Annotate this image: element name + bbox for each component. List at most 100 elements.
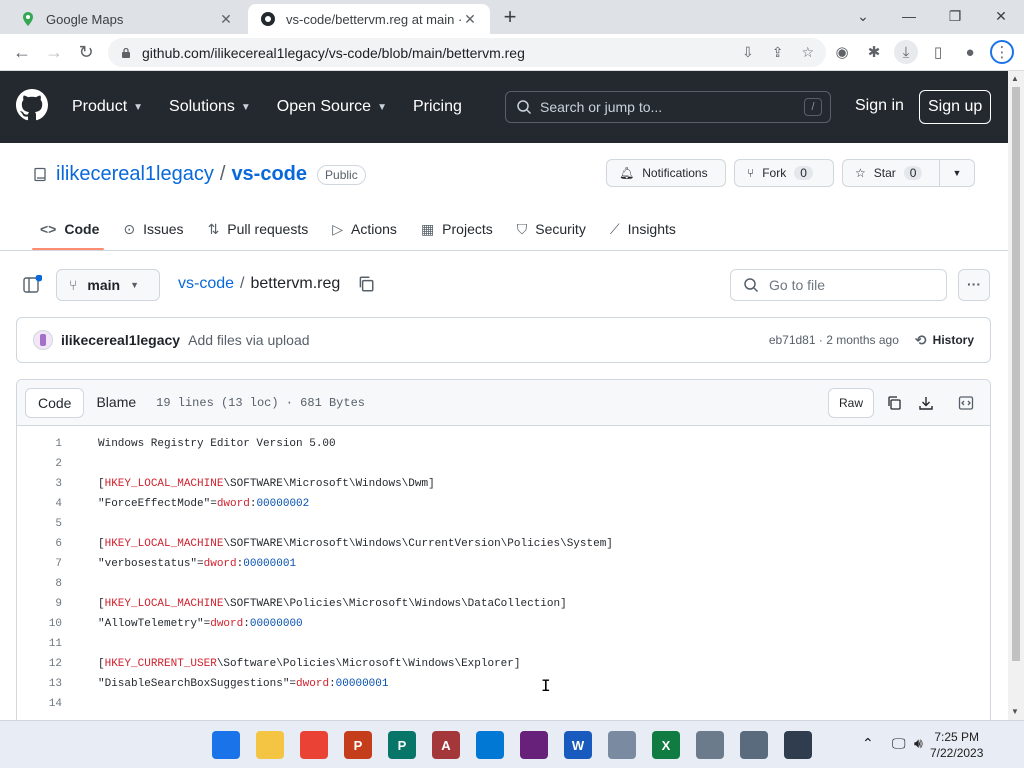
- back-icon[interactable]: ←: [10, 41, 34, 65]
- commit-meta[interactable]: eb71d81 · 2 months ago: [769, 333, 899, 347]
- table-icon: ▦: [420, 220, 435, 237]
- calculator-icon[interactable]: [784, 731, 812, 759]
- scrollbar-thumb[interactable]: [1012, 87, 1020, 661]
- code-line: 4 "ForceEffectMode"=dword:00000002: [17, 494, 990, 514]
- tab-insights[interactable]: ⟋ Insights: [602, 213, 684, 245]
- sign-in-link[interactable]: Sign in: [855, 97, 904, 115]
- notepad-icon[interactable]: [696, 731, 724, 759]
- browser-tab-github[interactable]: vs-code/bettervm.reg at main · il… ✕: [248, 4, 490, 34]
- raw-button[interactable]: Raw: [827, 388, 874, 418]
- reload-icon[interactable]: ↻: [74, 41, 98, 65]
- vscode-icon[interactable]: [476, 731, 504, 759]
- line-number[interactable]: 8: [17, 578, 62, 590]
- search-input[interactable]: Search or jump to... /: [505, 91, 831, 123]
- nav-open-source[interactable]: Open Source ▼: [277, 98, 387, 116]
- scroll-up-icon[interactable]: ▲: [1011, 74, 1019, 83]
- repo-name-link[interactable]: vs-code: [231, 163, 307, 186]
- settings-icon[interactable]: [740, 731, 768, 759]
- line-number[interactable]: 3: [17, 478, 62, 490]
- tab-pull-requests[interactable]: ⇅ Pull requests: [200, 213, 317, 245]
- profile-avatar-icon[interactable]: ●: [958, 40, 982, 64]
- copy-raw-icon[interactable]: [882, 391, 906, 415]
- extensions-puzzle-icon[interactable]: ✱: [862, 40, 886, 64]
- minimize-icon[interactable]: —: [886, 4, 932, 28]
- nav-solutions[interactable]: Solutions ▼: [169, 98, 251, 116]
- avatar[interactable]: [33, 330, 53, 350]
- line-number[interactable]: 7: [17, 558, 62, 570]
- download-icon[interactable]: ⤓: [894, 40, 918, 64]
- tab-code[interactable]: <> Code: [32, 213, 107, 245]
- copy-path-icon[interactable]: [357, 275, 375, 293]
- bookmark-star-icon[interactable]: ☆: [801, 44, 814, 61]
- download-raw-icon[interactable]: [914, 391, 938, 415]
- start-icon[interactable]: [212, 731, 240, 759]
- line-number[interactable]: 4: [17, 498, 62, 510]
- code-view-button[interactable]: Code: [25, 387, 85, 418]
- close-window-icon[interactable]: ✕: [978, 4, 1024, 28]
- tab-actions[interactable]: ▷ Actions: [324, 213, 405, 245]
- tab-issues[interactable]: ⊙ Issues: [115, 213, 191, 245]
- page-scrollbar[interactable]: ▲ ▼: [1008, 71, 1024, 720]
- powerpoint-icon[interactable]: P: [344, 731, 372, 759]
- file-explorer-icon[interactable]: [256, 731, 284, 759]
- history-button[interactable]: ⟲ History: [915, 332, 974, 349]
- line-number[interactable]: 1: [17, 438, 62, 450]
- scroll-down-icon[interactable]: ▼: [1011, 707, 1019, 716]
- restore-icon[interactable]: ❐: [932, 4, 978, 28]
- browser-tab-google-maps[interactable]: Google Maps ✕: [8, 4, 246, 34]
- install-icon[interactable]: ⇩: [742, 44, 754, 61]
- line-number[interactable]: 12: [17, 658, 62, 670]
- nav-pricing[interactable]: Pricing: [413, 98, 462, 116]
- publisher-icon[interactable]: P: [388, 731, 416, 759]
- new-tab-button[interactable]: +: [498, 6, 522, 28]
- more-options-button[interactable]: ···: [958, 269, 990, 301]
- chevron-down-icon[interactable]: ⌄: [840, 4, 886, 28]
- word-icon[interactable]: W: [564, 731, 592, 759]
- access-icon[interactable]: A: [432, 731, 460, 759]
- blame-view-button[interactable]: Blame: [84, 388, 148, 418]
- sign-up-button[interactable]: Sign up: [919, 90, 992, 124]
- line-number[interactable]: 5: [17, 518, 62, 530]
- star-button[interactable]: ☆ Star 0: [842, 159, 940, 187]
- line-number[interactable]: 2: [17, 458, 62, 470]
- tab-security[interactable]: ⛉ Security: [509, 213, 594, 245]
- line-number[interactable]: 9: [17, 598, 62, 610]
- translate-extension-icon[interactable]: ◉: [830, 40, 854, 64]
- chevron-up-icon[interactable]: ⌃: [862, 735, 874, 752]
- sidebar-toggle-icon[interactable]: [22, 275, 42, 295]
- fork-button[interactable]: ⑂ Fork 0: [734, 159, 834, 187]
- commit-author-link[interactable]: ilikecereal1legacy: [61, 332, 180, 348]
- symbols-panel-icon[interactable]: [954, 391, 978, 415]
- line-number[interactable]: 11: [17, 638, 62, 650]
- control-panel-icon[interactable]: [608, 731, 636, 759]
- tab-projects[interactable]: ▦ Projects: [413, 213, 501, 245]
- visual-studio-icon[interactable]: [520, 731, 548, 759]
- breadcrumb-repo-link[interactable]: vs-code: [178, 275, 234, 293]
- line-number[interactable]: 6: [17, 538, 62, 550]
- close-icon[interactable]: ✕: [462, 11, 478, 28]
- go-to-file-input[interactable]: Go to file: [730, 269, 947, 301]
- commit-message-link[interactable]: Add files via upload: [188, 332, 309, 348]
- address-bar[interactable]: github.com/ilikecereal1legacy/vs-code/bl…: [108, 38, 826, 67]
- menu-kebab-icon[interactable]: ⋮: [990, 40, 1014, 64]
- url-text: github.com/ilikecereal1legacy/vs-code/bl…: [142, 44, 525, 61]
- network-icon[interactable]: 🖵︎: [892, 735, 906, 752]
- code-viewer-header: Code Blame 19 lines (13 loc) · 681 Bytes…: [17, 380, 990, 426]
- side-panel-icon[interactable]: ▯: [926, 40, 950, 64]
- line-number[interactable]: 13: [17, 678, 62, 690]
- volume-icon[interactable]: 🔊︎: [914, 735, 923, 752]
- notifications-button[interactable]: 🔔︎ Notifications: [606, 159, 726, 187]
- close-icon[interactable]: ✕: [218, 11, 234, 28]
- system-clock[interactable]: 7:25 PM 7/22/2023: [930, 729, 983, 761]
- nav-product[interactable]: Product ▼: [72, 98, 143, 116]
- star-dropdown-button[interactable]: ▼: [939, 159, 975, 187]
- line-number[interactable]: 10: [17, 618, 62, 630]
- forward-icon[interactable]: →: [42, 41, 66, 65]
- branch-selector[interactable]: ⑂ main ▼: [56, 269, 160, 301]
- excel-icon[interactable]: X: [652, 731, 680, 759]
- github-logo-icon[interactable]: [16, 89, 48, 121]
- share-icon[interactable]: ⇪: [772, 44, 784, 61]
- line-number[interactable]: 14: [17, 698, 62, 710]
- chrome-icon[interactable]: [300, 731, 328, 759]
- repo-owner-link[interactable]: ilikecereal1legacy: [56, 163, 214, 186]
